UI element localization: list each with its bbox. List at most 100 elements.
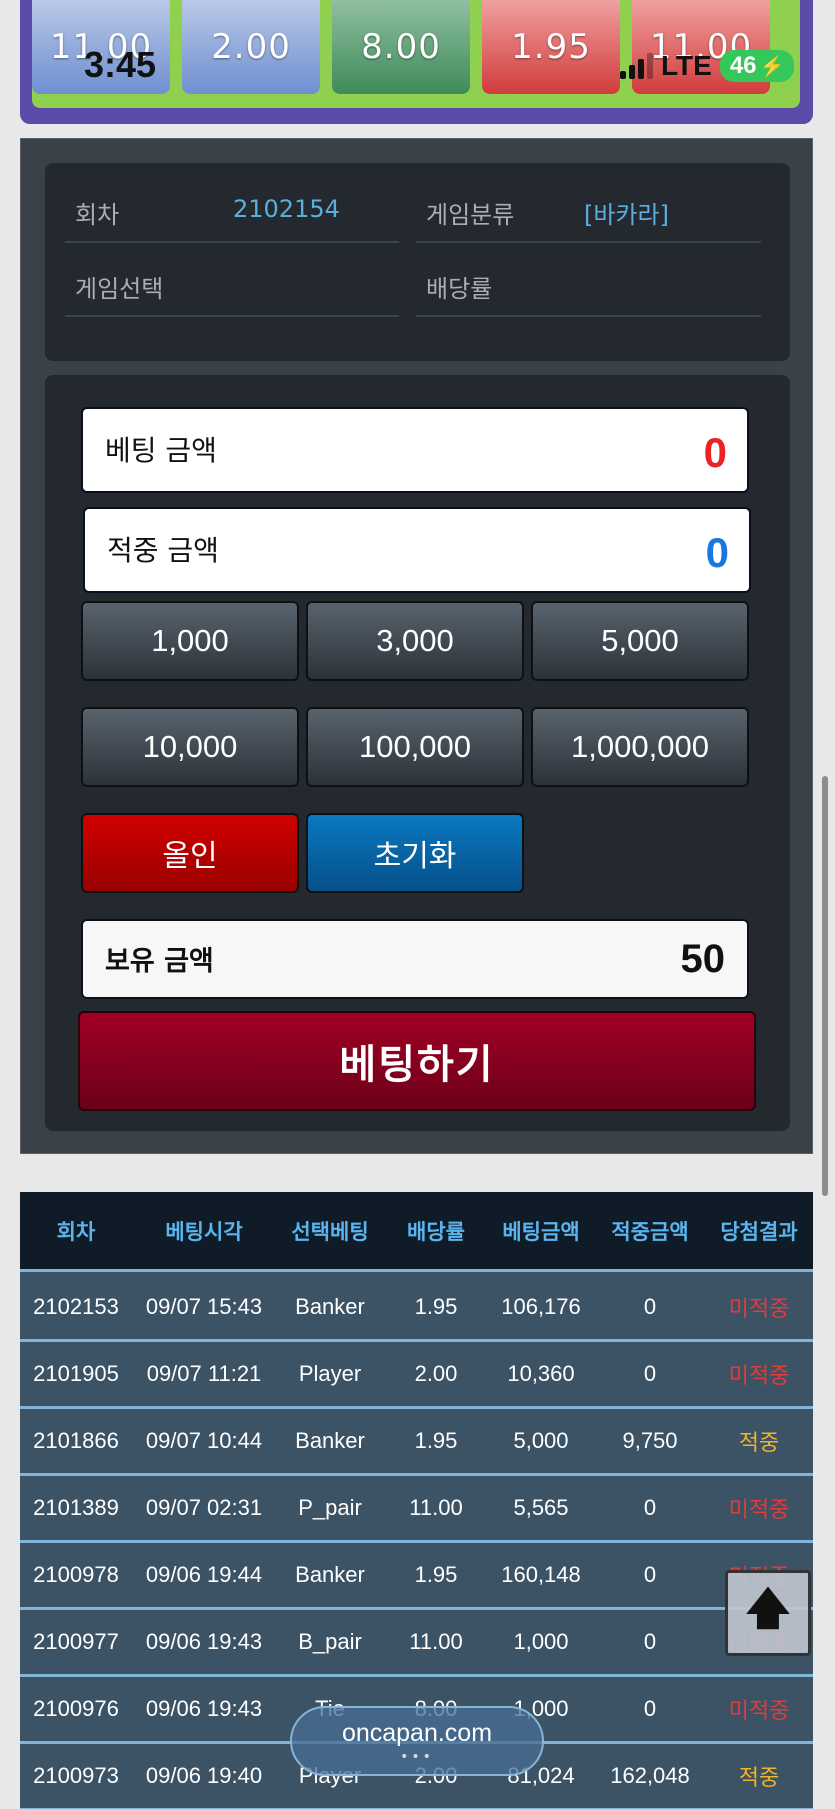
- chip-button-1000000[interactable]: 1,000,000: [531, 707, 749, 787]
- cell-result: 미적중: [728, 1297, 790, 1322]
- cell-round: 2101866: [33, 1428, 119, 1453]
- cell-win-amount: 9,750: [622, 1428, 678, 1453]
- odds-button-tie[interactable]: 8.00: [332, 0, 470, 94]
- column-header-bet-amount: 베팅금액: [502, 1219, 580, 1244]
- arrow-up-icon: 🡅: [745, 1582, 791, 1634]
- cell-bet-amount: 5,000: [513, 1428, 569, 1453]
- column-header-result: 당첨결과: [720, 1219, 798, 1244]
- cell-odds: 1.95: [414, 1562, 458, 1587]
- info-selection: 게임선택: [65, 247, 399, 317]
- bet-input-box: 베팅 금액 0 적중 금액 0 1,000 3,000 5,000 10,000…: [45, 375, 790, 1131]
- cell-odds: 1.95: [414, 1294, 458, 1319]
- table-row: 210097709/06 19:43B_pair11.001,0000미적중: [20, 1610, 813, 1677]
- info-round: 회차 2102154: [65, 173, 399, 243]
- chip-button-5000[interactable]: 5,000: [531, 601, 749, 681]
- odds-button-banker[interactable]: 1.95: [482, 0, 620, 94]
- cell-win-amount: 0: [643, 1629, 657, 1654]
- info-category: 게임분류 [바카라]: [416, 173, 761, 243]
- cell-round: 2100973: [33, 1763, 119, 1788]
- cell-win-amount: 0: [643, 1696, 657, 1721]
- column-header-win-amount: 적중금액: [611, 1219, 689, 1244]
- cell-bet-amount: 10,360: [507, 1361, 575, 1386]
- cell-result: 미적중: [728, 1498, 790, 1523]
- chip-button-3000[interactable]: 3,000: [306, 601, 524, 681]
- place-bet-button[interactable]: 베팅하기: [78, 1011, 756, 1111]
- url-text: oncapan.com: [341, 1718, 493, 1747]
- page-scrollbar[interactable]: [822, 776, 828, 1196]
- balance-value: 50: [680, 937, 726, 981]
- win-amount-label: 적중 금액: [107, 534, 219, 567]
- reset-button[interactable]: 초기화: [306, 813, 524, 893]
- cell-pick: B_pair: [298, 1629, 362, 1654]
- win-amount-field: 적중 금액 0: [83, 507, 751, 593]
- info-odds-label: 배당률: [426, 275, 493, 303]
- status-indicators: LTE 46 ⚡: [620, 48, 795, 84]
- cell-result: 미적중: [728, 1699, 790, 1724]
- cell-time: 09/06 19:40: [145, 1763, 263, 1788]
- cell-time: 09/07 11:21: [146, 1361, 262, 1386]
- battery-level: 46: [729, 52, 757, 79]
- column-header-round: 회차: [56, 1219, 96, 1244]
- cell-time: 09/07 15:43: [145, 1294, 263, 1319]
- cell-round: 2100976: [33, 1696, 119, 1721]
- info-category-value: [바카라]: [584, 201, 669, 229]
- signal-icon: [620, 53, 653, 79]
- betting-panel: 회차 2102154 게임분류 [바카라] 게임선택 배당률 베팅 금액 0 적…: [20, 138, 813, 1154]
- browser-url-bar[interactable]: oncapan.com •••: [290, 1706, 544, 1776]
- cell-time: 09/07 02:31: [145, 1495, 263, 1520]
- cell-bet-amount: 160,148: [501, 1562, 581, 1587]
- cell-result: 미적중: [728, 1364, 790, 1389]
- win-amount-value: 0: [705, 529, 729, 576]
- table-row: 2101866 09/07 10:44 Banker 1.95 5,000 9,750 적중: [20, 1409, 813, 1476]
- column-header-time: 베팅시각: [165, 1219, 243, 1244]
- table-row: 210097809/06 19:44Banker1.95160,1480미적중: [20, 1543, 813, 1610]
- info-category-label: 게임분류: [426, 201, 515, 229]
- cell-pick: Player: [298, 1361, 362, 1386]
- cell-bet-amount: 5,565: [513, 1495, 569, 1520]
- table-row: 2101905 09/07 11:21 Player 2.00 10,360 0 미적중: [20, 1342, 813, 1409]
- cell-time: 09/06 19:43: [145, 1696, 263, 1721]
- status-time: 3:45: [84, 44, 157, 85]
- game-info-box: 회차 2102154 게임분류 [바카라] 게임선택 배당률: [45, 163, 790, 361]
- chip-button-10000[interactable]: 10,000: [81, 707, 299, 787]
- cell-win-amount: 162,048: [610, 1763, 690, 1788]
- odds-button-player[interactable]: 2.00: [182, 0, 320, 94]
- charging-bolt-icon: ⚡: [759, 55, 785, 78]
- bet-amount-label: 베팅 금액: [105, 434, 217, 467]
- cell-pick: Banker: [295, 1428, 365, 1453]
- more-dots-icon: •••: [400, 1748, 434, 1765]
- info-round-value: 2102154: [233, 195, 340, 223]
- cell-result: 적중: [738, 1766, 780, 1791]
- info-selection-label: 게임선택: [75, 275, 164, 303]
- cell-win-amount: 0: [643, 1562, 657, 1587]
- cell-round: 2100977: [33, 1629, 119, 1654]
- cell-time: 09/06 19:44: [145, 1562, 263, 1587]
- table-header: 회차 베팅시각 선택베팅 배당률 베팅금액 적중금액 당첨결과: [20, 1192, 813, 1272]
- cell-time: 09/07 10:44: [145, 1428, 263, 1453]
- cell-round: 2102153: [33, 1294, 119, 1319]
- network-type: LTE: [661, 50, 712, 81]
- cell-odds: 11.00: [409, 1495, 463, 1520]
- cell-odds: 2.00: [414, 1361, 458, 1386]
- cell-pick: Banker: [295, 1562, 365, 1587]
- chip-button-1000[interactable]: 1,000: [81, 601, 299, 681]
- cell-round: 2101905: [33, 1361, 119, 1386]
- chip-button-100000[interactable]: 100,000: [306, 707, 524, 787]
- table-row: 2102153 09/07 15:43 Banker 1.95 106,176 0 미적중: [20, 1275, 813, 1342]
- cell-odds: 1.95: [414, 1428, 458, 1453]
- info-odds: 배당률: [416, 247, 761, 317]
- balance-label: 보유 금액: [105, 946, 214, 977]
- allin-button[interactable]: 올인: [81, 813, 299, 893]
- cell-round: 2100978: [33, 1562, 119, 1587]
- cell-bet-amount: 1,000: [513, 1629, 569, 1654]
- bet-amount-field[interactable]: 베팅 금액 0: [81, 407, 749, 493]
- battery-icon: 46 ⚡: [719, 50, 795, 82]
- scroll-to-top-button[interactable]: 🡅: [725, 1570, 811, 1656]
- cell-odds: 11.00: [409, 1629, 463, 1654]
- cell-bet-amount: 106,176: [501, 1294, 581, 1319]
- cell-time: 09/06 19:43: [145, 1629, 263, 1654]
- column-header-pick: 선택베팅: [291, 1219, 369, 1244]
- balance-box: 보유 금액 50: [81, 919, 749, 999]
- cell-win-amount: 0: [643, 1361, 657, 1386]
- cell-pick: P_pair: [298, 1495, 362, 1520]
